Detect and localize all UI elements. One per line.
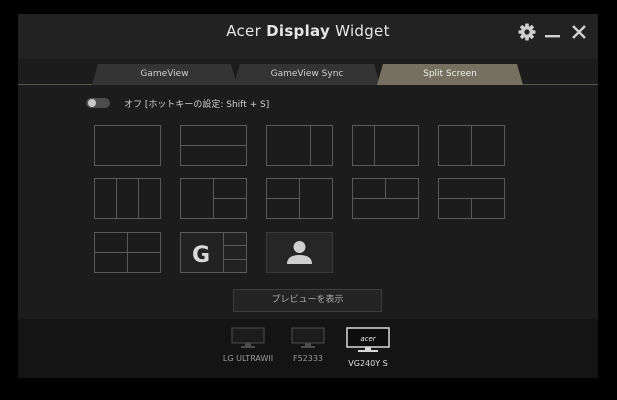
monitor-lg-ultrawide[interactable]: LG ULTRAWII xyxy=(218,327,278,363)
preview-button[interactable]: プレビューを表示 xyxy=(233,289,382,312)
layout-grid: G xyxy=(94,125,507,275)
layout-single[interactable] xyxy=(94,125,161,166)
hotkey-label: オフ [ホットキーの設定: Shift + S] xyxy=(124,99,270,110)
app-window: Acer Display Widget GameView GameView Sy… xyxy=(18,14,598,378)
monitor-icon xyxy=(231,327,265,348)
hotkey-row: オフ [ホットキーの設定: Shift + S] xyxy=(86,96,269,110)
layout-two-cols-wide-left[interactable] xyxy=(266,125,333,166)
gameview-g-icon: G xyxy=(192,243,210,268)
hotkey-toggle[interactable] xyxy=(86,98,110,108)
settings-button[interactable] xyxy=(517,22,537,42)
monitor-f52333[interactable]: F52333 xyxy=(286,327,330,363)
tab-split-screen[interactable]: Split Screen xyxy=(377,64,523,85)
app-title: Acer Display Widget xyxy=(226,22,390,40)
layout-two-cols-narrow-left[interactable] xyxy=(352,125,419,166)
layout-left-split-right-full[interactable] xyxy=(266,178,333,219)
monitor-icon xyxy=(291,327,325,348)
layout-two-rows[interactable] xyxy=(180,125,247,166)
layout-quad[interactable] xyxy=(94,232,161,273)
svg-text:acer: acer xyxy=(360,335,376,343)
layout-top-split-bottom-full[interactable] xyxy=(352,178,419,219)
layout-two-cols-equal[interactable] xyxy=(438,125,505,166)
monitor-label: F52333 xyxy=(292,354,324,363)
close-icon xyxy=(572,25,586,39)
tab-gameview[interactable]: GameView xyxy=(92,64,237,85)
minimize-button[interactable] xyxy=(543,22,563,42)
layout-three-cols[interactable] xyxy=(94,178,161,219)
toggle-knob xyxy=(88,99,96,107)
monitor-label: LG ULTRAWII xyxy=(222,354,274,363)
layout-gameview[interactable]: G xyxy=(180,232,247,273)
title-bar: Acer Display Widget xyxy=(18,14,598,59)
minimize-icon xyxy=(545,35,560,38)
monitor-label: VG240Y S xyxy=(348,359,388,368)
tab-bar: GameView GameView Sync Split Screen xyxy=(18,59,598,85)
monitor-acer-icon: acer xyxy=(346,327,390,352)
monitor-bar: LG ULTRAWII F52333 acer VG240Y S xyxy=(18,319,598,378)
tab-gameview-sync[interactable]: GameView Sync xyxy=(234,64,380,85)
gear-icon xyxy=(518,23,536,41)
close-button[interactable] xyxy=(569,22,589,42)
monitor-vg240y-s[interactable]: acer VG240Y S xyxy=(343,327,393,368)
layout-avatar[interactable] xyxy=(266,232,333,273)
layout-left-full-right-split[interactable] xyxy=(180,178,247,219)
layout-top-full-bottom-split[interactable] xyxy=(438,178,505,219)
